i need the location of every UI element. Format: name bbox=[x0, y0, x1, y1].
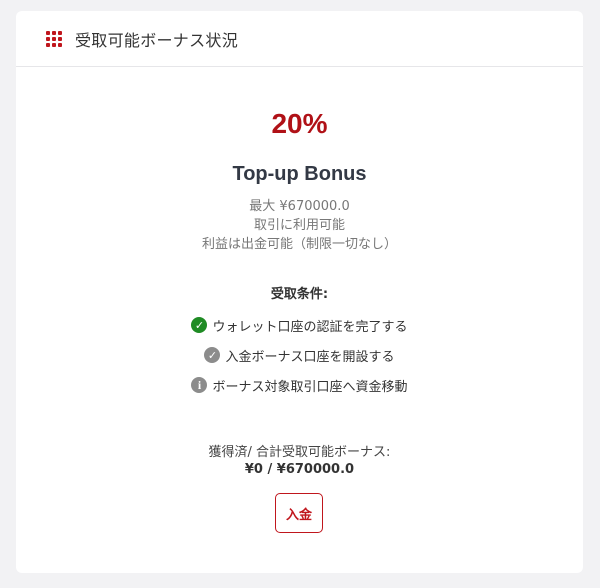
info-circle-icon: i bbox=[191, 377, 208, 393]
bonus-info: 最大 ¥670000.0 取引に利用可能 利益は出金可能（制限一切なし） bbox=[16, 197, 583, 254]
bonus-percent: 20% bbox=[271, 108, 328, 139]
card-header: 受取可能ボーナス状況 bbox=[16, 11, 583, 67]
conditions-list: ✓ ウォレット口座の認証を完了する ✓ 入金ボーナス口座を開設する i ボーナス… bbox=[16, 310, 583, 400]
condition-item-verify-wallet: ✓ ウォレット口座の認証を完了する bbox=[16, 310, 583, 340]
check-circle-icon: ✓ bbox=[191, 317, 208, 333]
bonus-title: Top-up Bonus bbox=[232, 163, 367, 185]
deposit-button[interactable]: 入金 bbox=[275, 493, 323, 533]
condition-label: ボーナス対象取引口座へ資金移動 bbox=[212, 379, 408, 395]
bonus-max: 最大 ¥670000.0 bbox=[249, 199, 350, 214]
condition-label: 入金ボーナス口座を開設する bbox=[225, 349, 395, 365]
bonus-status-card: 受取可能ボーナス状況 20% Top-up Bonus 最大 ¥670000.0… bbox=[16, 11, 583, 573]
condition-item-transfer-funds: i ボーナス対象取引口座へ資金移動 bbox=[16, 370, 583, 400]
condition-label: ウォレット口座の認証を完了する bbox=[212, 319, 408, 335]
check-circle-icon: ✓ bbox=[204, 347, 221, 363]
grid-icon bbox=[46, 30, 62, 47]
conditions-title: 受取条件: bbox=[270, 287, 329, 302]
condition-item-open-bonus-account: ✓ 入金ボーナス口座を開設する bbox=[16, 340, 583, 370]
card-title: 受取可能ボーナス状況 bbox=[75, 30, 239, 50]
bonus-usage: 取引に利用可能 bbox=[253, 218, 345, 233]
bonus-profit: 利益は出金可能（制限一切なし） bbox=[201, 237, 397, 252]
earned-value: ¥0 / ¥670000.0 bbox=[244, 462, 355, 477]
earned-label: 獲得済/ 合計受取可能ボーナス: bbox=[208, 445, 391, 460]
